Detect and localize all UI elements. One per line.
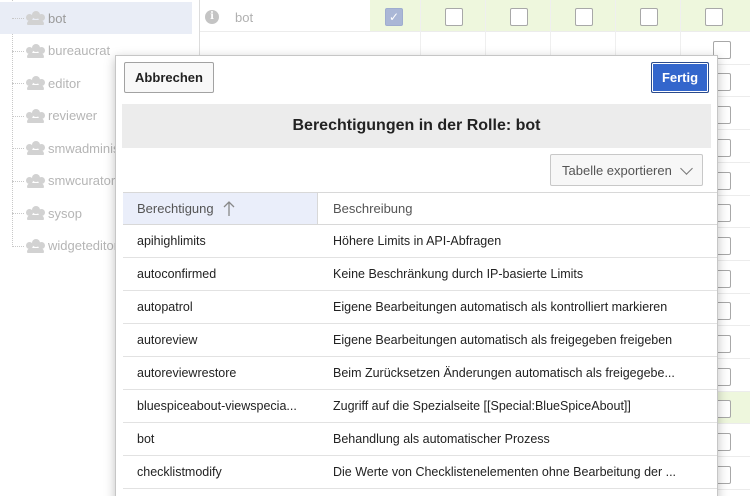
grid-row-label: bot [235,10,254,25]
permission-checkbox[interactable] [575,8,593,26]
table-row[interactable]: apihighlimits Höhere Limits in API-Abfrag… [123,225,717,258]
users-group-icon [26,11,45,25]
tree-branch-line [12,50,24,52]
chevron-down-icon [680,162,693,175]
tree-item-label: bot [48,10,67,26]
tree-branch-line [12,83,24,84]
tree-branch-line [12,18,24,19]
users-group-icon [26,206,45,220]
permission-checkbox[interactable] [640,8,658,26]
users-group-icon [26,238,45,253]
tree-branch-line [12,148,24,149]
permission-cell: autoconfirmed [137,267,217,281]
table-row[interactable]: autopatrol Eigene Bearbeitungen automatis… [123,291,717,324]
table-row[interactable]: bot Behandlung als automatischer Prozess [123,423,717,456]
table-row[interactable]: autoreviewrestore Beim Zurücksetzen Änder… [123,357,717,390]
permission-checkbox[interactable] [445,8,463,26]
tree-branch-line [12,245,24,247]
tree-branch-line [12,213,24,214]
permission-cell: checklistmodify [137,465,222,479]
cancel-button[interactable]: Abbrechen [124,62,214,93]
info-icon[interactable]: i [205,10,219,24]
description-cell: Beim Zurücksetzen Änderungen automatisch… [333,366,675,380]
permission-cell: autoreview [137,333,198,347]
export-table-label: Tabelle exportieren [562,162,672,178]
description-cell: Eigene Bearbeitungen automatisch als kon… [333,300,668,314]
tree-branch-line [12,180,24,182]
permissions-table: Berechtigung Beschreibung apihighlimits H… [123,192,717,489]
tree-item-label: editor [48,75,81,91]
table-header: Berechtigung Beschreibung [123,192,717,225]
users-group-icon [26,108,45,123]
permission-cell: bluespiceabout-viewspecia... [137,399,297,413]
tree-item-label: smwadminis [48,140,120,156]
users-group-icon [26,141,45,155]
users-group-icon [26,43,45,58]
permission-cell: autoreviewrestore [137,366,237,380]
permission-cell: bot [137,432,155,446]
done-button[interactable]: Fertig [651,62,709,93]
permission-cell: apihighlimits [137,234,206,248]
column-header-permission-label: Berechtigung [137,201,214,216]
description-cell: Behandlung als automatischer Prozess [333,432,550,446]
table-row[interactable]: checklistmodify Die Werte von Checklisten… [123,456,717,489]
permission-checkbox-checked[interactable]: ✓ [385,8,403,26]
table-row[interactable]: autoreview Eigene Bearbeitungen automatis… [123,324,717,357]
table-row[interactable]: autoconfirmed Keine Beschränkung durch IP… [123,258,717,291]
sort-ascending-arrow-icon [223,201,235,216]
description-cell: Zugriff auf die Spezialseite [[Special:B… [333,399,631,413]
users-group-icon [26,76,45,90]
description-cell: Die Werte von Checklistenelementen ohne … [333,465,677,479]
grid-row [200,0,750,32]
column-header-description[interactable]: Beschreibung [318,193,413,224]
tree-item-label: sysop [48,205,82,221]
description-cell: Eigene Bearbeitungen automatisch als fre… [333,333,673,347]
export-table-dropdown[interactable]: Tabelle exportieren [550,154,703,186]
permissions-dialog: Abbrechen Fertig Berechtigungen in der R… [115,55,718,496]
tree-item-label: reviewer [48,108,98,123]
tree-item-label: bureaucrat [48,43,111,58]
table-body: apihighlimits Höhere Limits in API-Abfrag… [123,225,717,489]
permission-checkbox[interactable] [510,8,528,26]
tree-item-label: smwcurator [48,173,116,188]
column-header-description-label: Beschreibung [333,201,413,216]
description-cell: Höhere Limits in API-Abfragen [333,234,502,248]
permission-checkbox[interactable] [705,8,723,26]
tree-item[interactable]: bot [0,2,192,34]
tree-item-label: widgeteditor [48,238,119,253]
column-header-permission[interactable]: Berechtigung [123,193,318,224]
dialog-title: Berechtigungen in der Rolle: bot [122,104,711,148]
users-group-icon [26,173,45,188]
tree-branch-line [12,115,24,117]
description-cell: Keine Beschränkung durch IP-basierte Lim… [333,267,584,281]
permission-cell: autopatrol [137,300,193,314]
table-row[interactable]: bluespiceabout-viewspecia... Zugriff auf … [123,390,717,423]
